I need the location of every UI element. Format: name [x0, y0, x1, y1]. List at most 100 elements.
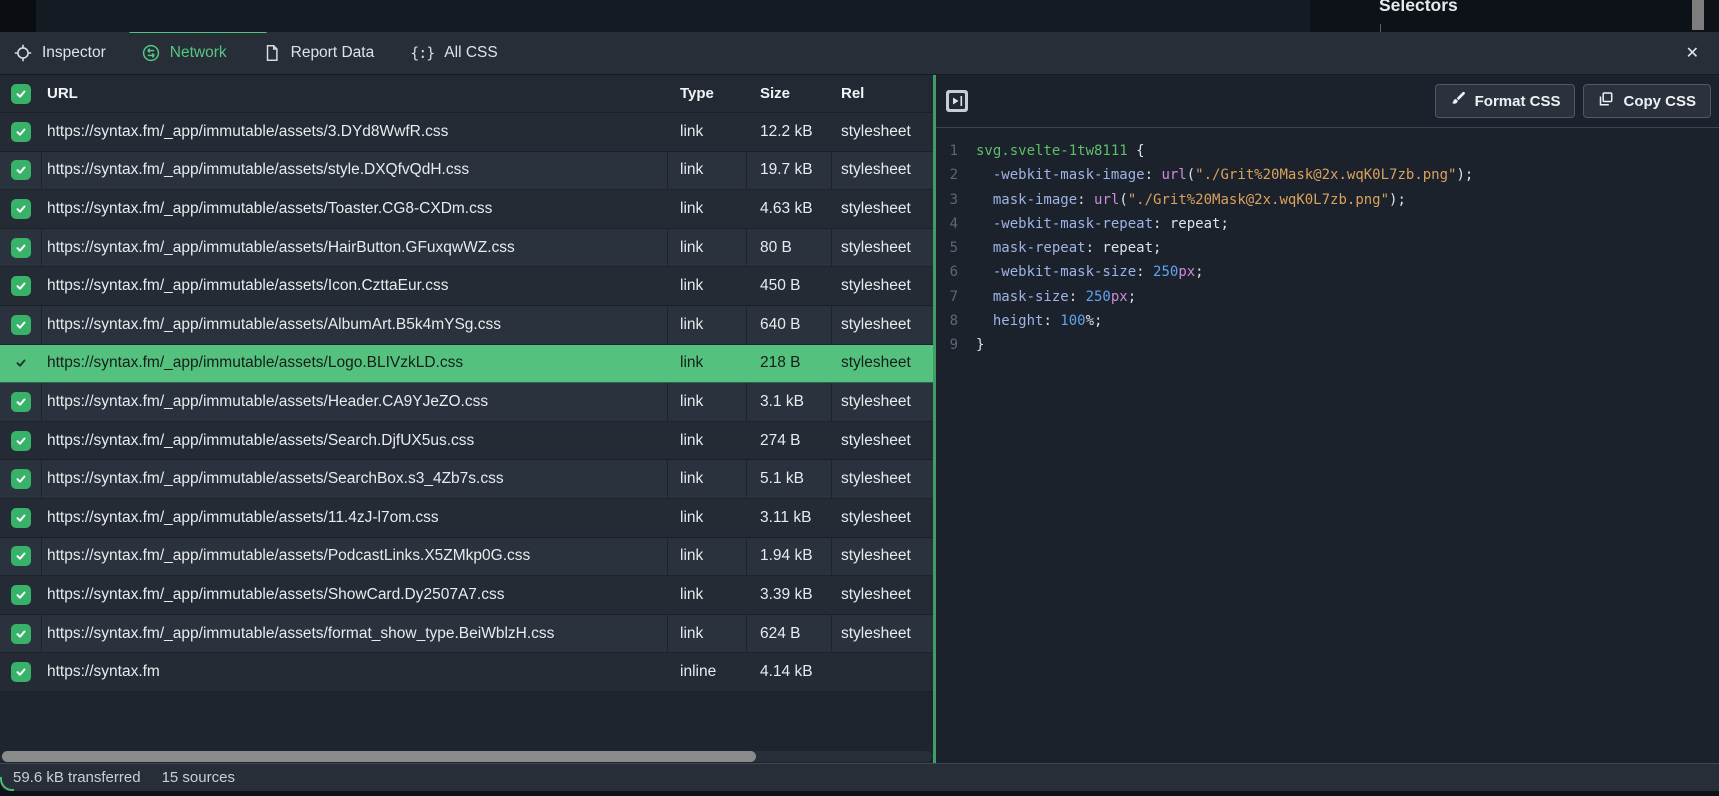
- horizontal-scrollbar-track[interactable]: [1, 751, 932, 762]
- row-url: https://syntax.fm/_app/immutable/assets/…: [42, 576, 668, 614]
- line-number: 9: [936, 333, 958, 357]
- background-page-block: [0, 0, 36, 32]
- row-url: https://syntax.fm/_app/immutable/assets/…: [42, 267, 668, 305]
- tab-inspector[interactable]: Inspector: [14, 44, 106, 62]
- row-url: https://syntax.fm/_app/immutable/assets/…: [42, 306, 668, 344]
- row-type: link: [668, 306, 747, 344]
- table-row[interactable]: https://syntax.fm/_app/immutable/assets/…: [0, 460, 933, 499]
- row-url: https://syntax.fm/_app/immutable/assets/…: [42, 383, 668, 421]
- row-size: 3.1 kB: [747, 383, 832, 421]
- header-checkbox-cell: [0, 75, 42, 112]
- table-row[interactable]: https://syntax.fm/_app/immutable/assets/…: [0, 499, 933, 538]
- table-row[interactable]: https://syntax.fm/_app/immutable/assets/…: [0, 306, 933, 345]
- table-row[interactable]: https://syntax.fm/_app/immutable/assets/…: [0, 538, 933, 577]
- table-header: URL Type Size Rel: [0, 75, 933, 113]
- row-size: 450 B: [747, 267, 832, 305]
- table-body: https://syntax.fm/_app/immutable/assets/…: [0, 113, 933, 692]
- row-size: 4.14 kB: [747, 653, 832, 691]
- row-url: https://syntax.fm/_app/immutable/assets/…: [42, 345, 668, 383]
- row-type: link: [668, 576, 747, 614]
- active-tab-indicator: [129, 32, 267, 33]
- column-header-type[interactable]: Type: [668, 75, 747, 112]
- row-rel: [832, 653, 933, 691]
- line-number: 3: [936, 188, 958, 212]
- row-checkbox[interactable]: [11, 624, 31, 644]
- column-header-url[interactable]: URL: [42, 75, 668, 112]
- page-scrollbar[interactable]: [1692, 0, 1704, 30]
- line-number: 6: [936, 260, 958, 284]
- table-row[interactable]: https://syntax.fm inline 4.14 kB: [0, 653, 933, 692]
- row-checkbox[interactable]: [11, 199, 31, 219]
- status-bar: 59.6 kB transferred 15 sources: [0, 763, 1719, 791]
- code-line: 1 svg.svelte-1tw8111 {: [936, 139, 1719, 163]
- row-url: https://syntax.fm/_app/immutable/assets/…: [42, 538, 668, 576]
- css-viewer-pane: Format CSS Copy CSS 1 svg.svelte-1tw8111…: [936, 75, 1719, 763]
- tab-label: Network: [170, 44, 227, 62]
- row-checkbox[interactable]: [11, 315, 31, 335]
- row-size: 218 B: [747, 345, 832, 383]
- copy-icon: [1598, 91, 1614, 111]
- row-checkbox[interactable]: [11, 585, 31, 605]
- row-checkbox[interactable]: [11, 238, 31, 258]
- row-checkbox[interactable]: [11, 392, 31, 412]
- row-checkbox[interactable]: [11, 353, 31, 373]
- code-lines[interactable]: 1 svg.svelte-1tw8111 { 2 -webkit-mask-im…: [936, 128, 1719, 763]
- background-page: Selectors: [0, 0, 1719, 32]
- table-row[interactable]: https://syntax.fm/_app/immutable/assets/…: [0, 190, 933, 229]
- row-checkbox[interactable]: [11, 122, 31, 142]
- row-size: 80 B: [747, 229, 832, 267]
- row-url: https://syntax.fm/_app/immutable/assets/…: [42, 190, 668, 228]
- row-checkbox[interactable]: [11, 160, 31, 180]
- table-row[interactable]: https://syntax.fm/_app/immutable/assets/…: [0, 267, 933, 306]
- table-row[interactable]: https://syntax.fm/_app/immutable/assets/…: [0, 576, 933, 615]
- horizontal-scrollbar-thumb[interactable]: [2, 751, 756, 762]
- row-size: 1.94 kB: [747, 538, 832, 576]
- table-row[interactable]: https://syntax.fm/_app/immutable/assets/…: [0, 345, 933, 384]
- row-rel: stylesheet: [832, 460, 933, 498]
- table-row[interactable]: https://syntax.fm/_app/immutable/assets/…: [0, 152, 933, 191]
- column-header-rel[interactable]: Rel: [832, 75, 933, 112]
- select-all-checkbox[interactable]: [11, 84, 31, 104]
- tab-all-css[interactable]: {:} All CSS: [410, 44, 498, 62]
- collapse-panel-icon[interactable]: [946, 90, 968, 112]
- code-line: 8 height: 100%;: [936, 309, 1719, 333]
- tab-bar: Inspector Network Report Data: [0, 32, 1719, 75]
- row-checkbox-cell: [0, 422, 42, 460]
- column-header-size[interactable]: Size: [747, 75, 832, 112]
- viewer-toolbar: Format CSS Copy CSS: [936, 75, 1719, 128]
- format-css-button[interactable]: Format CSS: [1435, 84, 1576, 118]
- row-rel: stylesheet: [832, 422, 933, 460]
- row-checkbox[interactable]: [11, 431, 31, 451]
- row-size: 19.7 kB: [747, 152, 832, 190]
- code-line: 9 }: [936, 333, 1719, 357]
- row-rel: stylesheet: [832, 113, 933, 151]
- table-row[interactable]: https://syntax.fm/_app/immutable/assets/…: [0, 113, 933, 152]
- copy-css-button[interactable]: Copy CSS: [1583, 84, 1711, 118]
- row-type: link: [668, 229, 747, 267]
- table-row[interactable]: https://syntax.fm/_app/immutable/assets/…: [0, 615, 933, 654]
- row-rel: stylesheet: [832, 345, 933, 383]
- table-row[interactable]: https://syntax.fm/_app/immutable/assets/…: [0, 229, 933, 268]
- tab-network[interactable]: Network: [142, 44, 227, 62]
- row-checkbox[interactable]: [11, 662, 31, 682]
- line-content: -webkit-mask-repeat: repeat;: [976, 212, 1229, 236]
- row-checkbox[interactable]: [11, 508, 31, 528]
- line-content: -webkit-mask-image: url("./Grit%20Mask@2…: [976, 163, 1473, 187]
- tab-label: Report Data: [291, 44, 375, 62]
- row-type: link: [668, 538, 747, 576]
- line-content: mask-size: 250px;: [976, 285, 1136, 309]
- table-row[interactable]: https://syntax.fm/_app/immutable/assets/…: [0, 383, 933, 422]
- format-css-label: Format CSS: [1475, 93, 1561, 110]
- line-content: mask-image: url("./Grit%20Mask@2x.wqK0L7…: [976, 188, 1406, 212]
- row-checkbox[interactable]: [11, 276, 31, 296]
- line-number: 1: [936, 139, 958, 163]
- table-row[interactable]: https://syntax.fm/_app/immutable/assets/…: [0, 422, 933, 461]
- row-checkbox[interactable]: [11, 469, 31, 489]
- close-icon[interactable]: ✕: [1686, 43, 1699, 63]
- tab-report-data[interactable]: Report Data: [263, 44, 375, 62]
- row-checkbox-cell: [0, 190, 42, 228]
- tab-label: Inspector: [42, 44, 106, 62]
- row-checkbox-cell: [0, 229, 42, 267]
- row-checkbox[interactable]: [11, 546, 31, 566]
- paintbrush-icon: [1450, 91, 1466, 111]
